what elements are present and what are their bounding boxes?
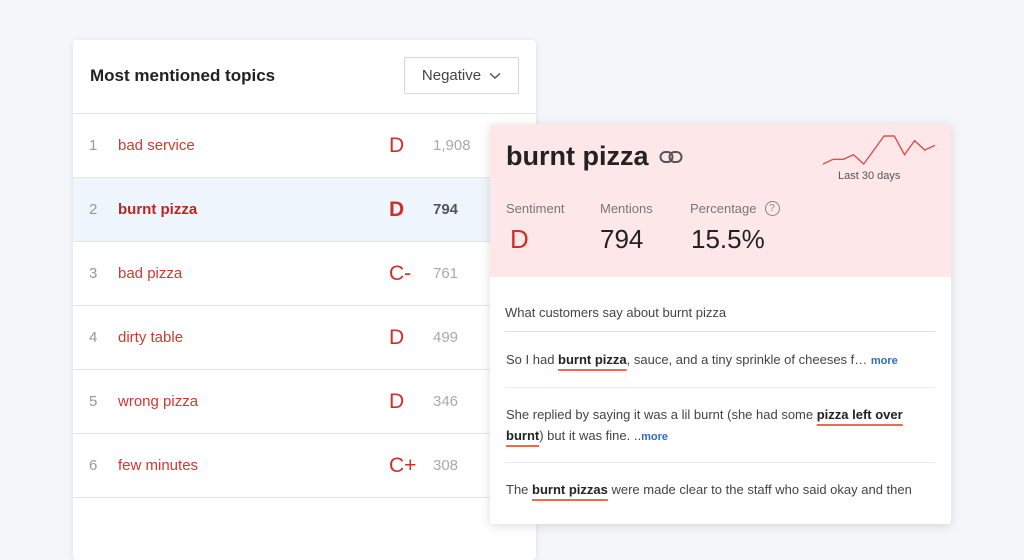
percentage-label-text: Percentage [690,201,757,216]
quote-text: The [506,482,533,497]
topic-count: 761 [433,265,459,282]
quote-item: She replied by saying it was a lil burnt… [506,404,916,448]
quote-text: , sauce, and a tiny sprinkle of cheeses … [626,352,871,367]
quote-text: So I had [506,352,559,367]
topic-grade: D [389,390,405,413]
quote-highlight: burnt pizzas [532,482,608,497]
sparkline-caption: Last 30 days [838,170,901,182]
mentions-sparkline [822,135,936,166]
quote-item: The burnt pizzas were made clear to the … [506,479,916,500]
topic-rank: 1 [89,137,98,154]
topic-grade: D [389,198,405,221]
topic-count: 308 [433,457,459,474]
divider [505,331,935,332]
help-icon[interactable]: ? [764,201,780,216]
topic-count: 499 [433,329,459,346]
topic-grade: C+ [389,454,417,477]
topic-detail-header: burnt pizza Last 30 days Sentiment D Men… [490,124,951,277]
topic-count: 1,908 [433,137,471,154]
topics-card-title: Most mentioned topics [90,66,276,85]
topic-label[interactable]: few minutes [118,434,198,497]
topic-row-wrong-pizza[interactable]: 5 wrong pizza D 346 [73,370,536,434]
sentiment-filter-value: Negative [421,67,482,84]
sparkline-line [822,135,936,166]
quote-text: ) but it was fine. .. [539,428,642,443]
percentage-label: Percentage ? [690,201,780,216]
topic-count: 794 [433,201,459,218]
quote-item: So I had burnt pizza, sauce, and a tiny … [506,349,916,372]
sentiment-value: D [510,224,529,254]
quote-more-link[interactable]: more [871,355,898,367]
quote-more-link[interactable]: more [641,431,668,443]
topic-label[interactable]: dirty table [118,306,183,369]
quote-highlight: burnt pizza [558,352,627,367]
topic-count: 346 [433,393,459,410]
topic-rank: 3 [89,265,98,282]
topics-card: Most mentioned topics Negative 1 bad ser… [73,40,536,560]
topic-detail-card: burnt pizza Last 30 days Sentiment D Men… [490,124,951,524]
topic-rank: 6 [89,457,98,474]
divider [505,462,935,463]
topic-detail-title-text: burnt pizza [506,141,649,171]
topic-label[interactable]: wrong pizza [118,370,198,433]
topic-grade: D [389,326,405,349]
topic-row-bad-pizza[interactable]: 3 bad pizza C- 761 [73,242,536,306]
topic-label[interactable]: burnt pizza [118,178,197,241]
topic-label[interactable]: bad service [118,114,195,177]
topic-rank: 4 [89,329,98,346]
topic-rank: 5 [89,393,98,410]
topic-label[interactable]: bad pizza [118,242,182,305]
topic-rank: 2 [89,201,98,218]
topic-row-bad-service[interactable]: 1 bad service D 1,908 [73,114,536,178]
topic-row-few-minutes[interactable]: 6 few minutes C+ 308 [73,434,536,498]
customer-quotes-heading: What customers say about burnt pizza [505,305,727,320]
topic-row-dirty-table[interactable]: 4 dirty table D 499 [73,306,536,370]
topic-grade: C- [389,262,412,285]
divider [505,387,935,388]
mentions-value: 794 [600,224,644,254]
chevron-down-icon [489,72,501,79]
quote-text: She replied by saying it was a lil burnt… [506,407,817,422]
percentage-value: 15.5% [691,224,765,254]
sentiment-filter-dropdown[interactable]: Negative [404,57,519,94]
mentions-label: Mentions [600,201,653,216]
quote-text: were made clear to the staff who said ok… [607,482,912,497]
link-icon[interactable] [659,150,683,164]
topic-row-burnt-pizza[interactable]: 2 burnt pizza D 794 [73,178,536,242]
topic-detail-title: burnt pizza [506,141,683,172]
topic-grade: D [389,134,405,157]
sentiment-label: Sentiment [506,201,565,216]
topics-list: 1 bad service D 1,908 2 burnt pizza D 79… [73,113,536,498]
